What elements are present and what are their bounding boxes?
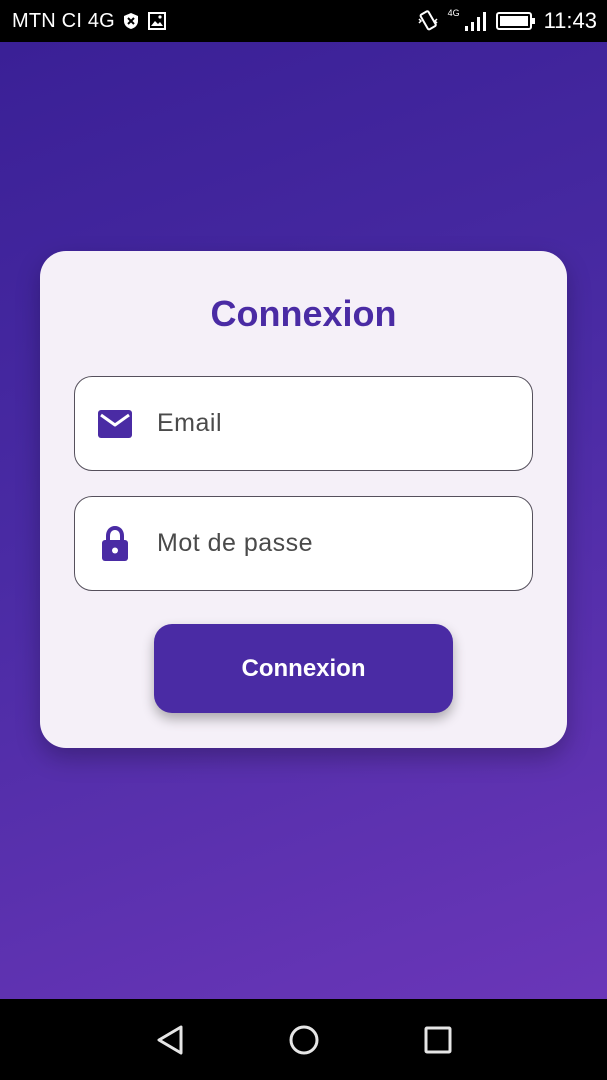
login-card: Connexion Connexion bbox=[40, 251, 567, 748]
login-button[interactable]: Connexion bbox=[154, 624, 453, 713]
status-right: 4G 11:43 bbox=[416, 8, 597, 34]
home-icon[interactable] bbox=[287, 1023, 321, 1057]
network-type-label: 4G bbox=[447, 8, 460, 18]
login-title: Connexion bbox=[210, 293, 397, 334]
status-bar: MTN CI 4G 4G 11:43 bbox=[0, 0, 607, 42]
email-field-container[interactable] bbox=[74, 376, 533, 471]
back-icon[interactable] bbox=[153, 1023, 187, 1057]
clock: 11:43 bbox=[543, 8, 597, 33]
lock-icon bbox=[97, 525, 133, 562]
vibrate-icon bbox=[416, 9, 440, 33]
recents-icon[interactable] bbox=[421, 1023, 455, 1057]
navigation-bar bbox=[0, 999, 607, 1080]
signal-icon bbox=[464, 10, 488, 32]
password-input[interactable] bbox=[157, 513, 517, 574]
shield-icon bbox=[123, 12, 139, 30]
image-icon bbox=[147, 11, 167, 31]
app-screen: Connexion Connexion bbox=[0, 42, 607, 999]
email-input[interactable] bbox=[157, 393, 517, 454]
battery-icon bbox=[495, 11, 536, 31]
carrier-name: MTN CI 4G bbox=[12, 9, 115, 32]
password-field-container[interactable] bbox=[74, 496, 533, 591]
mail-icon bbox=[97, 406, 133, 442]
status-left: MTN CI 4G bbox=[12, 10, 167, 33]
